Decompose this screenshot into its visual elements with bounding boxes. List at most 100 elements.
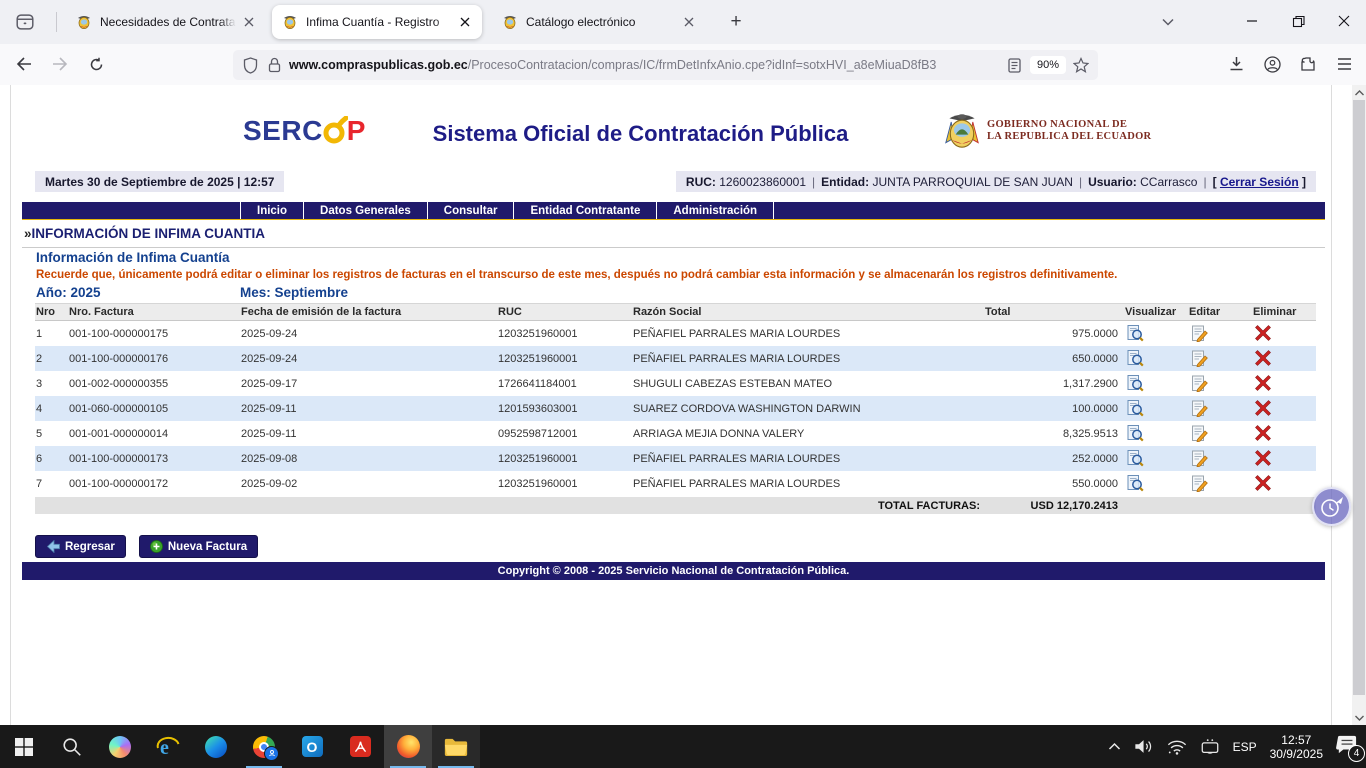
editar-icon[interactable] bbox=[1191, 475, 1208, 492]
eliminar-icon[interactable] bbox=[1255, 375, 1272, 392]
scrollbar-thumb[interactable] bbox=[1353, 100, 1365, 695]
page-footer: Copyright © 2008 - 2025 Servicio Naciona… bbox=[22, 562, 1325, 580]
eliminar-icon[interactable] bbox=[1255, 475, 1272, 492]
tab-close-icon[interactable] bbox=[680, 13, 698, 31]
logout-link[interactable]: Cerrar Sesión bbox=[1220, 175, 1299, 189]
reload-button[interactable] bbox=[80, 48, 112, 80]
restore-button[interactable] bbox=[1275, 0, 1321, 42]
nav-item-administracion[interactable]: Administración bbox=[656, 202, 774, 219]
taskbar-chrome-button[interactable] bbox=[240, 725, 288, 768]
bookmark-star-icon[interactable] bbox=[1072, 56, 1090, 74]
tab-close-icon[interactable] bbox=[240, 13, 258, 31]
cell-ruc: 1201593603001 bbox=[497, 396, 632, 421]
editar-icon[interactable] bbox=[1191, 425, 1208, 442]
floating-timer-widget[interactable] bbox=[1312, 487, 1351, 526]
visualizar-icon[interactable] bbox=[1127, 350, 1144, 367]
visualizar-icon[interactable] bbox=[1127, 375, 1144, 392]
taskbar-firefox-button[interactable] bbox=[384, 725, 432, 768]
user-value: CCarrasco bbox=[1140, 175, 1197, 189]
copyright-text: Copyright © 2008 - 2025 Servicio Naciona… bbox=[498, 565, 850, 577]
acrobat-icon bbox=[350, 736, 371, 757]
cell-ruc: 1203251960001 bbox=[497, 321, 632, 346]
new-tab-button[interactable]: + bbox=[722, 9, 750, 35]
downloads-icon[interactable] bbox=[1220, 48, 1252, 80]
eliminar-icon[interactable] bbox=[1255, 325, 1272, 342]
browser-tab-infima-cuantia[interactable]: Infima Cuantía - Registro bbox=[272, 5, 482, 39]
visualizar-icon[interactable] bbox=[1127, 450, 1144, 467]
start-button[interactable] bbox=[0, 725, 48, 768]
cell-fecha-emision: 2025-09-11 bbox=[240, 421, 497, 446]
ecuador-coat-favicon bbox=[502, 14, 518, 30]
scroll-down-arrow[interactable] bbox=[1352, 710, 1366, 725]
government-logo: GOBIERNO NACIONAL DE LA REPUBLICA DEL EC… bbox=[944, 110, 1151, 152]
taskbar-explorer-button[interactable] bbox=[432, 725, 480, 768]
url-bar[interactable]: www.compraspublicas.gob.ec/ProcesoContra… bbox=[233, 50, 1098, 80]
taskbar-outlook-button[interactable]: O bbox=[288, 725, 336, 768]
cell-nro-factura: 001-100-000000172 bbox=[68, 471, 240, 496]
col-header-editar: Editar bbox=[1188, 304, 1252, 320]
minimize-button[interactable] bbox=[1229, 0, 1275, 42]
chrome-profile-badge bbox=[264, 746, 279, 761]
browser-tab-necesidades[interactable]: Necesidades de Contratación y bbox=[66, 5, 266, 39]
visualizar-icon[interactable] bbox=[1127, 400, 1144, 417]
nav-item-datos-generales[interactable]: Datos Generales bbox=[303, 202, 427, 219]
eliminar-icon[interactable] bbox=[1255, 425, 1272, 442]
editar-icon[interactable] bbox=[1191, 350, 1208, 367]
eliminar-icon[interactable] bbox=[1255, 450, 1272, 467]
ruc-label: RUC: bbox=[686, 175, 716, 189]
cell-nro: 3 bbox=[35, 371, 68, 396]
editar-icon[interactable] bbox=[1191, 400, 1208, 417]
taskbar-edge-button[interactable] bbox=[192, 725, 240, 768]
tracking-shield-icon[interactable] bbox=[241, 56, 259, 74]
col-header-ruc: RUC bbox=[497, 304, 632, 320]
cell-nro-factura: 001-060-000000105 bbox=[68, 396, 240, 421]
zoom-level-indicator[interactable]: 90% bbox=[1030, 56, 1066, 74]
cell-fecha-emision: 2025-09-24 bbox=[240, 321, 497, 346]
nueva-factura-button[interactable]: Nueva Factura bbox=[139, 535, 258, 558]
eliminar-icon[interactable] bbox=[1255, 400, 1272, 417]
back-button[interactable] bbox=[8, 48, 40, 80]
close-window-button[interactable] bbox=[1321, 0, 1366, 42]
visualizar-icon[interactable] bbox=[1127, 475, 1144, 492]
tab-close-icon[interactable] bbox=[456, 13, 474, 31]
volume-icon[interactable] bbox=[1134, 738, 1154, 755]
eliminar-icon[interactable] bbox=[1255, 350, 1272, 367]
connect-display-icon[interactable] bbox=[1200, 738, 1220, 755]
visualizar-icon[interactable] bbox=[1127, 325, 1144, 342]
reader-mode-icon[interactable] bbox=[1006, 56, 1024, 74]
extensions-puzzle-icon[interactable] bbox=[1292, 48, 1324, 80]
col-header-nro: Nro bbox=[35, 304, 68, 320]
regresar-button[interactable]: Regresar bbox=[35, 535, 126, 558]
nav-item-inicio[interactable]: Inicio bbox=[240, 202, 303, 219]
cell-total: 975.0000 bbox=[984, 321, 1124, 346]
scrollbar[interactable] bbox=[1352, 85, 1366, 725]
lock-icon[interactable] bbox=[265, 56, 283, 74]
firefox-view-button[interactable] bbox=[10, 8, 40, 36]
language-indicator[interactable]: ESP bbox=[1233, 740, 1257, 754]
scroll-up-arrow[interactable] bbox=[1352, 85, 1366, 100]
taskbar-internet-explorer-button[interactable]: e bbox=[144, 725, 192, 768]
account-icon[interactable] bbox=[1256, 48, 1288, 80]
taskbar-copilot-button[interactable] bbox=[96, 725, 144, 768]
menu-hamburger-icon[interactable] bbox=[1328, 48, 1360, 80]
editar-icon[interactable] bbox=[1191, 375, 1208, 392]
editar-icon[interactable] bbox=[1191, 450, 1208, 467]
page-viewport: SERC P Sistema Oficial de Contratación P… bbox=[0, 85, 1366, 725]
col-header-razon-social: Razón Social bbox=[632, 304, 984, 320]
list-all-tabs-chevron-icon[interactable] bbox=[1154, 8, 1182, 36]
taskbar-acrobat-button[interactable] bbox=[336, 725, 384, 768]
taskbar-clock[interactable]: 12:57 30/9/2025 bbox=[1270, 733, 1323, 761]
tray-chevron-up-icon[interactable] bbox=[1108, 742, 1121, 751]
nav-item-entidad-contratante[interactable]: Entidad Contratante bbox=[513, 202, 656, 219]
forward-button[interactable] bbox=[44, 48, 76, 80]
nav-item-consultar[interactable]: Consultar bbox=[427, 202, 514, 219]
editar-icon[interactable] bbox=[1191, 325, 1208, 342]
wifi-icon[interactable] bbox=[1167, 739, 1187, 755]
taskbar-search-button[interactable] bbox=[48, 725, 96, 768]
cell-razon-social: SUAREZ CORDOVA WASHINGTON DARWIN bbox=[632, 396, 984, 421]
cell-razon-social: PEÑAFIEL PARRALES MARIA LOURDES bbox=[632, 471, 984, 496]
notification-center-button[interactable]: 4 bbox=[1336, 735, 1360, 759]
visualizar-icon[interactable] bbox=[1127, 425, 1144, 442]
browser-tab-catalogo[interactable]: Catálogo electrónico bbox=[492, 5, 706, 39]
cell-ruc: 1203251960001 bbox=[497, 471, 632, 496]
